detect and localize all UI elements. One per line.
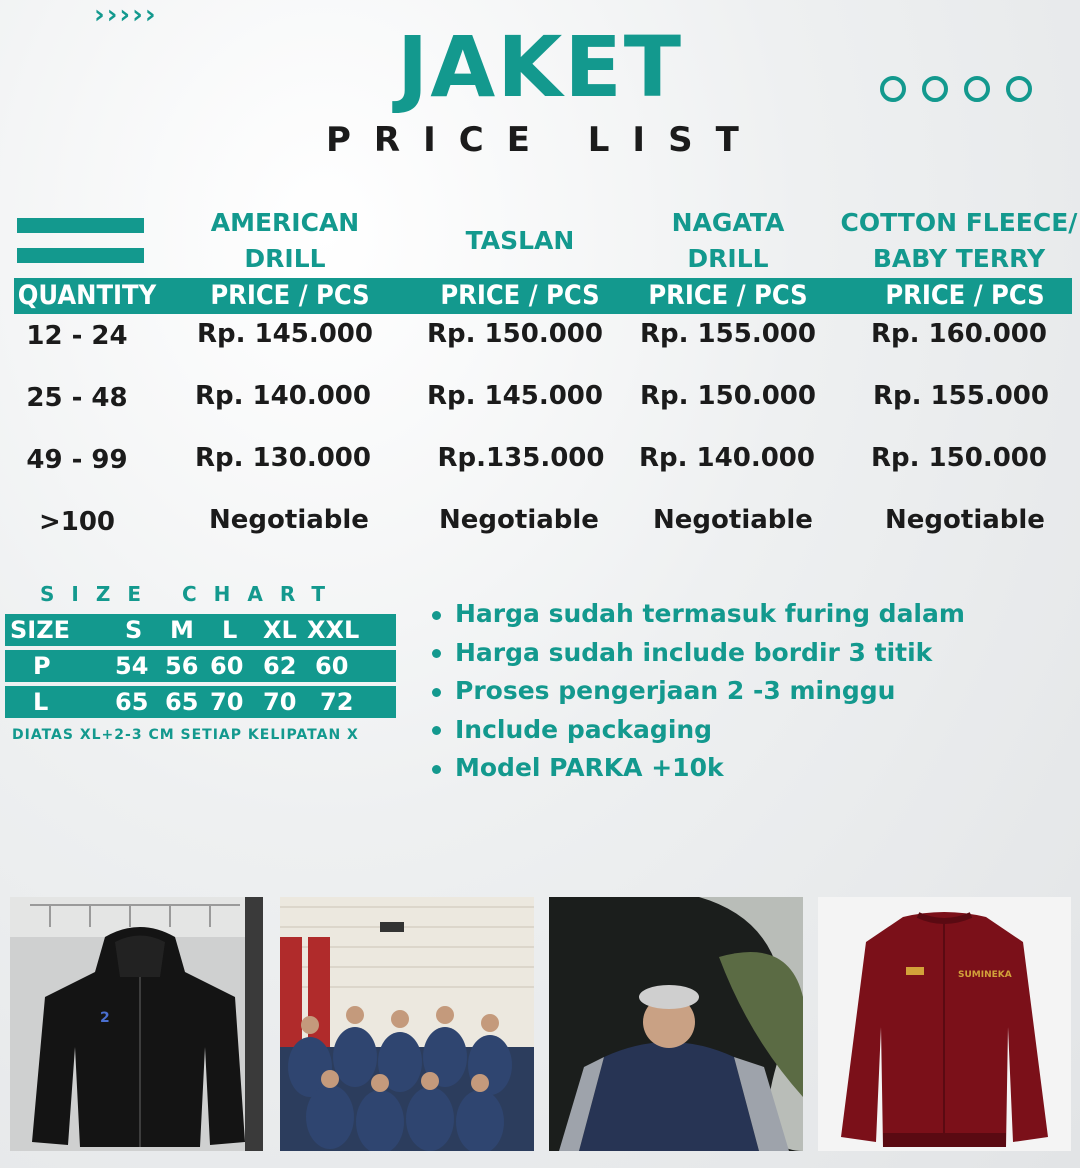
- column-header-nagata-drill: NAGATA DRILL: [671, 208, 785, 273]
- page-subtitle: PRICE LIST: [326, 120, 762, 160]
- size-row-label: P: [33, 652, 51, 680]
- bullet-icon: [432, 687, 441, 697]
- size-s-label: S: [125, 616, 143, 644]
- decorative-bar: [17, 248, 144, 263]
- note-item: Include packaging: [432, 712, 965, 751]
- price-cell: Negotiable: [209, 505, 369, 535]
- quantity-header: QUANTITY: [17, 280, 157, 311]
- price-cell: Rp. 130.000: [195, 443, 371, 473]
- quantity-cell: 25 - 48: [26, 383, 128, 413]
- price-cell: Rp. 140.000: [195, 381, 371, 411]
- bullet-icon: [432, 764, 441, 774]
- price-cell: Rp.135.000: [437, 443, 605, 473]
- note-item: Proses pengerjaan 2 -3 minggu: [432, 673, 965, 712]
- group-in-navy-jackets-photo: [280, 897, 534, 1151]
- price-cell: Negotiable: [885, 505, 1045, 535]
- size-m-label: M: [170, 616, 194, 644]
- size-xl-label: XL: [263, 616, 297, 644]
- size-l-label: L: [222, 616, 238, 644]
- size-value: 70: [210, 688, 244, 716]
- size-row-label: L: [33, 688, 49, 716]
- column-header-american-drill: AMERICAN DRILL: [210, 208, 360, 273]
- price-cell: Negotiable: [439, 505, 599, 535]
- price-header: PRICE / PCS: [648, 280, 808, 311]
- size-value: 60: [210, 652, 244, 680]
- bullet-icon: [432, 649, 441, 658]
- price-cell: Rp. 150.000: [427, 319, 603, 349]
- price-cell: Rp. 160.000: [871, 319, 1047, 349]
- circle-decoration: [880, 76, 1032, 102]
- size-value: 70: [263, 688, 297, 716]
- price-cell: Rp. 150.000: [871, 443, 1047, 473]
- size-chart-header-row: SIZE S M L XL XXL: [5, 614, 396, 646]
- size-value: 56: [165, 652, 199, 680]
- price-cell: Rp. 145.000: [197, 319, 373, 349]
- price-header: PRICE / PCS: [210, 280, 370, 311]
- note-item: Model PARKA +10k: [432, 750, 965, 789]
- price-cell: Rp. 155.000: [640, 319, 816, 349]
- quantity-cell: 49 - 99: [26, 445, 128, 475]
- size-value: 65: [115, 688, 149, 716]
- size-value: 62: [263, 652, 297, 680]
- size-value: 60: [315, 652, 349, 680]
- person-in-navy-jacket-photo: [549, 897, 803, 1151]
- size-xxl-label: XXL: [307, 616, 360, 644]
- price-cell: Rp. 155.000: [873, 381, 1049, 411]
- column-header-taslan: TASLAN: [465, 226, 575, 255]
- decorative-bar: [17, 218, 144, 233]
- price-cell: Rp. 140.000: [639, 443, 815, 473]
- maroon-bomber-jacket-photo: SUMINEKA: [818, 897, 1071, 1151]
- note-item: Harga sudah include bordir 3 titik: [432, 635, 965, 674]
- price-cell: Negotiable: [653, 505, 813, 535]
- size-chart-note: DIATAS XL+2-3 CM SETIAP KELIPATAN X: [12, 727, 359, 743]
- bullet-icon: [432, 726, 441, 735]
- column-header-cotton-fleece: COTTON FLEECE/BABY TERRY: [840, 208, 1078, 273]
- size-value: 72: [320, 688, 354, 716]
- size-value: 54: [115, 652, 149, 680]
- svg-text:2: 2: [100, 1010, 110, 1026]
- note-item: Harga sudah termasuk furing dalam: [432, 596, 965, 635]
- size-chart-title: SIZE CHART: [40, 582, 343, 606]
- size-value: 65: [165, 688, 199, 716]
- price-header: PRICE / PCS: [885, 280, 1045, 311]
- size-chart-row-p: P 54 56 60 62 60: [5, 650, 396, 682]
- jacket-badge-text: SUMINEKA: [958, 970, 1012, 980]
- notes-list: Harga sudah termasuk furing dalam Harga …: [432, 596, 965, 789]
- quantity-cell: >100: [38, 507, 116, 537]
- size-chart-row-l: L 65 65 70 70 72: [5, 686, 396, 718]
- price-header: PRICE / PCS: [440, 280, 600, 311]
- price-cell: Rp. 145.000: [427, 381, 603, 411]
- price-cell: Rp. 150.000: [640, 381, 816, 411]
- quantity-cell: 12 - 24: [26, 321, 128, 351]
- black-hooded-jacket-photo: 2: [10, 897, 263, 1151]
- bullet-icon: [432, 610, 441, 620]
- size-label: SIZE: [10, 616, 71, 644]
